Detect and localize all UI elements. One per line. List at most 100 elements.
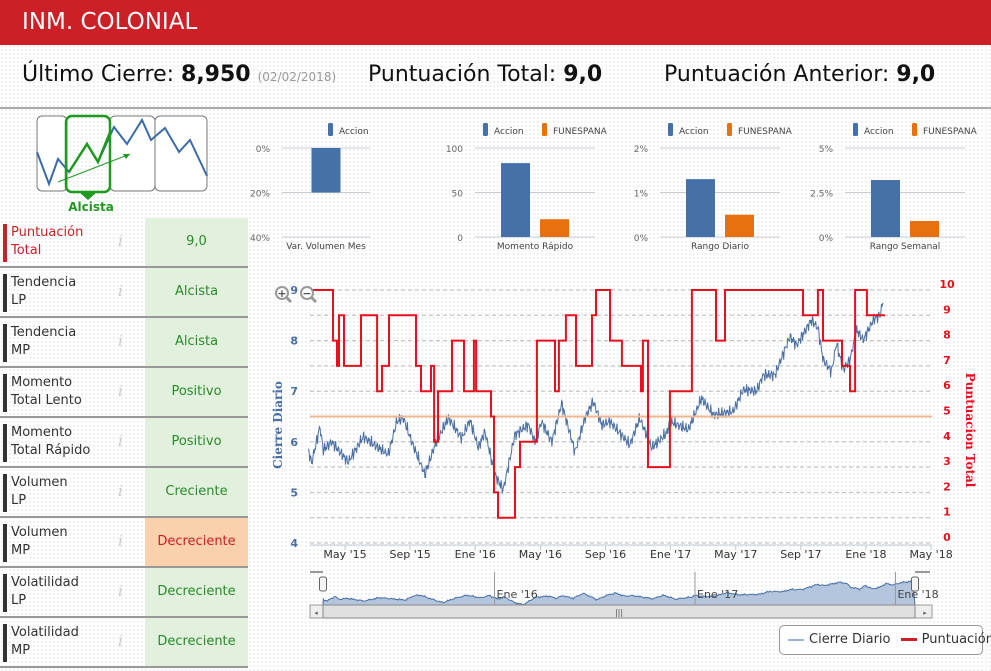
scrollbar[interactable]: ||| ◂ ▸ — [309, 604, 933, 619]
zoom-in-icon[interactable]: + — [275, 286, 293, 304]
indicator-row: Volatilidad MP i Decreciente — [0, 618, 248, 668]
indicator-label: Tendencia MP — [3, 324, 76, 362]
legend-score-label: Puntuación — [921, 632, 991, 647]
info-icon[interactable]: i — [118, 432, 123, 450]
divider — [0, 107, 991, 109]
info-icon[interactable]: i — [118, 582, 123, 600]
chart-legend[interactable]: Cierre Diario Puntuación — [779, 625, 991, 655]
bar-funespana[interactable] — [910, 220, 939, 237]
price-line[interactable] — [307, 302, 884, 494]
legend-swatch-icon — [668, 123, 673, 136]
y-tick-label: 0% — [819, 234, 834, 244]
navigator-label: Ene '17 — [697, 588, 738, 601]
y-tick-label: 1% — [634, 190, 649, 200]
x-axis-tick: May '15 — [323, 548, 366, 561]
y-tick-label: -20% — [250, 190, 270, 200]
indicator-label-line2: MP — [11, 343, 31, 358]
legend-swatch-icon — [727, 123, 732, 136]
indicator-row: Tendencia LP i Alcista — [0, 268, 248, 318]
right-axis-tick: 1 — [943, 506, 951, 519]
legend-swatch-icon — [328, 123, 333, 136]
info-icon[interactable]: i — [118, 382, 123, 400]
indicator-label: Tendencia LP — [3, 274, 76, 312]
indicator-row: Volumen LP i Creciente — [0, 468, 248, 518]
indicator-value: Decreciente — [145, 518, 248, 566]
bar-accion[interactable] — [871, 180, 900, 237]
info-icon[interactable]: i — [118, 532, 123, 550]
indicator-label-line1: Momento — [11, 375, 73, 390]
navigator[interactable]: Ene '16 Ene '17 Ene '18 — [310, 571, 939, 606]
navigator-handle[interactable] — [319, 576, 327, 592]
indicator-label-line2: MP — [11, 643, 31, 658]
indicator-label: Volumen LP — [3, 474, 68, 512]
scroll-right-arrow-icon[interactable]: ▸ — [923, 609, 927, 617]
bar-funespana[interactable] — [540, 219, 569, 237]
right-axis-tick: 3 — [943, 455, 951, 468]
x-axis-tick: Ene '17 — [650, 548, 691, 561]
y-tick-label: 0 — [457, 234, 463, 244]
mini-legend-item[interactable]: FUNESPANA — [542, 123, 608, 137]
mini-legend-label: FUNESPANA — [923, 127, 978, 137]
y-tick-label: 100 — [446, 145, 463, 155]
x-axis-tick: Sep '15 — [389, 548, 430, 561]
indicator-label-line2: Total — [11, 243, 42, 258]
legend-price-label: Cierre Diario — [809, 632, 891, 647]
info-icon[interactable]: i — [118, 332, 123, 350]
legend-swatch-icon — [483, 123, 488, 136]
legend-item-price[interactable]: Cierre Diario — [788, 632, 891, 647]
left-axis-tick: 5 — [290, 486, 298, 499]
mini-legend-label: FUNESPANA — [738, 127, 793, 137]
right-axis-tick: 4 — [943, 430, 951, 443]
mini-legend-item[interactable]: FUNESPANA — [912, 123, 978, 137]
svg-text:|||: ||| — [615, 608, 623, 617]
mini-legend-label: FUNESPANA — [553, 127, 608, 137]
last-close-value: 8,950 — [181, 62, 251, 87]
info-icon[interactable]: i — [118, 282, 123, 300]
x-axis-tick: May '16 — [519, 548, 562, 561]
trend-icon: Alcista — [35, 114, 210, 216]
mini-legend-item[interactable]: Accion — [328, 123, 369, 137]
right-axis-tick: 6 — [943, 379, 951, 392]
legend-swatch-icon — [912, 123, 917, 136]
bar-funespana[interactable] — [725, 214, 754, 237]
mini-legend-item[interactable]: FUNESPANA — [727, 123, 793, 137]
navigator-series — [322, 579, 916, 606]
indicator-value: Positivo — [145, 368, 248, 416]
mini-legend-item[interactable]: Accion — [668, 123, 709, 137]
total-score-label: Puntuación Total: — [368, 62, 557, 87]
info-icon[interactable]: i — [118, 632, 123, 650]
score-line[interactable] — [308, 289, 885, 519]
indicator-label: Momento Total Lento — [3, 374, 82, 412]
indicator-row: Momento Total Lento i Positivo — [0, 368, 248, 418]
indicator-value: Alcista — [145, 318, 248, 366]
trend-label: Alcista — [68, 200, 114, 214]
mini-legend-item[interactable]: Accion — [853, 123, 894, 137]
main-chart[interactable]: 4 5 6 7 8 9 0 1 2 3 4 5 6 7 8 9 10 May '15 Sep '15 Ene '16 M… — [250, 270, 991, 630]
indicator-value: Creciente — [145, 468, 248, 516]
indicator-row: Momento Total Rápido i Positivo — [0, 418, 248, 468]
mini-legend-label: Accion — [679, 127, 709, 137]
legend-item-score[interactable]: Puntuación — [900, 632, 991, 647]
mini-legend-item[interactable]: Accion — [483, 123, 524, 137]
x-axis-tick: Sep '17 — [780, 548, 821, 561]
bar-accion[interactable] — [501, 163, 530, 237]
x-axis-tick: Sep '16 — [585, 548, 626, 561]
indicator-label: Volumen MP — [3, 524, 68, 562]
left-axis-tick: 4 — [290, 537, 298, 550]
indicator-label: Volatilidad MP — [3, 624, 79, 662]
indicator-label-line1: Volumen — [11, 475, 68, 490]
info-icon[interactable]: i — [118, 482, 123, 500]
bar-accion[interactable] — [311, 148, 341, 193]
info-icon[interactable]: i — [118, 232, 123, 250]
price-swatch-icon — [788, 638, 804, 641]
scroll-left-arrow-icon[interactable]: ◂ — [314, 609, 318, 617]
bar-accion[interactable] — [686, 179, 715, 237]
navigator-handle[interactable] — [911, 576, 919, 592]
indicator-label-line1: Tendencia — [11, 275, 77, 290]
right-axis-tick: 5 — [943, 405, 951, 418]
mini-bar-chart: Accion FUNESPANA 2% 1% 0% Rango Diario — [634, 123, 793, 252]
x-axis-label: Rango Semanal — [870, 242, 941, 252]
last-close: Último Cierre: 8,950 (02/02/2018) — [22, 62, 336, 87]
last-close-date: (02/02/2018) — [257, 70, 337, 84]
indicator-label-line1: Volatilidad — [11, 625, 79, 640]
